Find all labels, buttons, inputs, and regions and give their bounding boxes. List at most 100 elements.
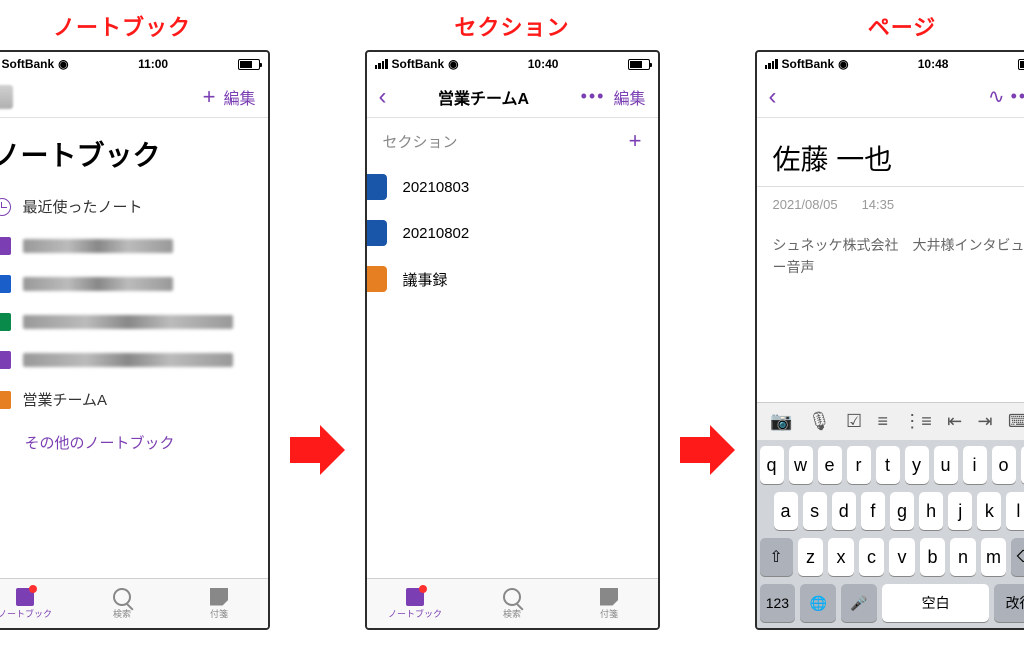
tab-search[interactable]: 検索	[464, 579, 561, 628]
section-item[interactable]: 20210802	[367, 210, 658, 256]
key-z[interactable]: z	[798, 538, 824, 576]
keyboard: q w e r t y u i o p a s d f g h j k l	[757, 440, 1024, 628]
indent-icon[interactable]: ⇥	[977, 411, 992, 432]
more-button[interactable]: •••	[581, 86, 606, 107]
keyboard-row: ⇧ z x c v b n m ⌫	[760, 538, 1024, 576]
key-c[interactable]: c	[859, 538, 885, 576]
notebook-item[interactable]	[0, 341, 268, 379]
key-space[interactable]: 空白	[882, 584, 989, 622]
key-return[interactable]: 改行	[994, 584, 1024, 622]
section-item[interactable]: 20210803	[367, 164, 658, 210]
wifi-icon: ◉	[448, 57, 458, 71]
key-d[interactable]: d	[832, 492, 856, 530]
section-item[interactable]: 議事録	[367, 256, 658, 302]
page-title[interactable]: 佐藤 一也	[757, 118, 1024, 187]
signal-icon	[375, 59, 388, 69]
notebook-item[interactable]: 営業チームA	[0, 379, 268, 420]
edit-button[interactable]: 編集	[223, 85, 255, 109]
tab-sticky[interactable]: 付箋	[561, 579, 658, 628]
column-label-page: ページ	[868, 10, 937, 42]
nav-header: + 編集	[0, 76, 268, 118]
draw-icon[interactable]: ∿	[988, 84, 1003, 109]
nav-header: ‹ 営業チームA ••• 編集	[367, 76, 658, 118]
key-y[interactable]: y	[905, 446, 929, 484]
key-s[interactable]: s	[803, 492, 827, 530]
camera-icon[interactable]: 📷	[770, 411, 792, 432]
key-l[interactable]: l	[1006, 492, 1024, 530]
notebook-tab-icon	[406, 588, 424, 606]
key-w[interactable]: w	[789, 446, 813, 484]
page-body[interactable]: シュネッケ株式会社 大井様インタビュー音声	[757, 216, 1024, 297]
mic-icon[interactable]: 🎙	[808, 411, 831, 432]
back-button[interactable]: ‹	[769, 85, 777, 109]
key-j[interactable]: j	[948, 492, 972, 530]
add-button[interactable]: +	[203, 84, 216, 110]
section-color-tab	[367, 220, 387, 246]
avatar[interactable]	[0, 85, 13, 109]
checkbox-icon[interactable]: ☑	[846, 411, 862, 432]
edit-button[interactable]: 編集	[613, 85, 645, 109]
recent-notes-row[interactable]: 最近使ったノート	[0, 186, 268, 227]
notebook-name-blurred	[23, 353, 233, 367]
wifi-icon: ◉	[838, 57, 848, 71]
sticky-icon	[600, 588, 618, 606]
other-notebooks-link[interactable]: その他のノートブック	[0, 420, 268, 465]
section-color-tab	[367, 266, 387, 292]
notebook-name-blurred	[23, 277, 173, 291]
notebook-item[interactable]	[0, 303, 268, 341]
page-time: 14:35	[862, 197, 895, 212]
column-label-section: セクション	[454, 10, 569, 42]
key-shift[interactable]: ⇧	[760, 538, 793, 576]
key-backspace[interactable]: ⌫	[1011, 538, 1024, 576]
notebook-icon	[0, 391, 11, 409]
key-b[interactable]: b	[920, 538, 946, 576]
notebook-item[interactable]	[0, 227, 268, 265]
notebook-item[interactable]	[0, 265, 268, 303]
key-q[interactable]: q	[760, 446, 784, 484]
bullet-list-icon[interactable]: ≡	[877, 411, 888, 432]
key-t[interactable]: t	[876, 446, 900, 484]
outdent-icon[interactable]: ⇤	[947, 411, 962, 432]
key-n[interactable]: n	[950, 538, 976, 576]
number-list-icon[interactable]: ⋮≡	[903, 411, 932, 432]
nav-title: 営業チームA	[438, 85, 529, 109]
status-time: 10:40	[459, 57, 628, 71]
page-date: 2021/08/05	[773, 197, 838, 212]
key-mic[interactable]: 🎤	[841, 584, 877, 622]
tab-search[interactable]: 検索	[74, 579, 171, 628]
clock-icon	[0, 198, 11, 216]
key-u[interactable]: u	[934, 446, 958, 484]
key-g[interactable]: g	[890, 492, 914, 530]
notebook-icon	[0, 313, 11, 331]
key-m[interactable]: m	[981, 538, 1007, 576]
more-button[interactable]: •••	[1011, 86, 1024, 107]
notebook-icon	[0, 351, 11, 369]
key-globe[interactable]: 🌐	[800, 584, 836, 622]
signal-icon	[765, 59, 778, 69]
key-123[interactable]: 123	[760, 584, 796, 622]
tab-notebook[interactable]: ノートブック	[367, 579, 464, 628]
key-p[interactable]: p	[1021, 446, 1024, 484]
key-e[interactable]: e	[818, 446, 842, 484]
keyboard-dismiss-icon[interactable]: ⌨	[1008, 411, 1024, 432]
key-h[interactable]: h	[919, 492, 943, 530]
recent-notes-label: 最近使ったノート	[23, 196, 143, 217]
key-o[interactable]: o	[992, 446, 1016, 484]
tab-sticky[interactable]: 付箋	[171, 579, 268, 628]
section-name: 20210803	[403, 179, 470, 196]
nav-header: ‹ ∿ •••	[757, 76, 1024, 118]
wifi-icon: ◉	[58, 57, 68, 71]
key-v[interactable]: v	[889, 538, 915, 576]
back-button[interactable]: ‹	[379, 85, 387, 109]
key-a[interactable]: a	[774, 492, 798, 530]
tab-notebook[interactable]: ノートブック	[0, 579, 74, 628]
keyboard-row: 123 🌐 🎤 空白 改行	[760, 584, 1024, 622]
key-f[interactable]: f	[861, 492, 885, 530]
key-x[interactable]: x	[828, 538, 854, 576]
status-bar: SoftBank ◉ 10:48	[757, 52, 1024, 76]
key-k[interactable]: k	[977, 492, 1001, 530]
add-section-button[interactable]: +	[629, 128, 642, 154]
notebook-icon	[0, 275, 11, 293]
key-i[interactable]: i	[963, 446, 987, 484]
key-r[interactable]: r	[847, 446, 871, 484]
